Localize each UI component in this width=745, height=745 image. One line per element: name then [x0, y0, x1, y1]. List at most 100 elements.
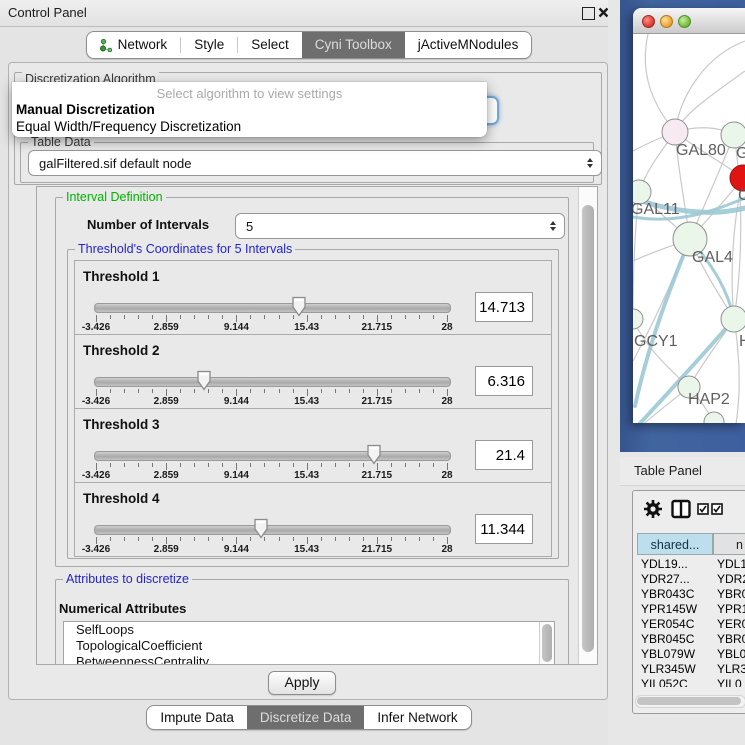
slider-tick	[96, 537, 97, 544]
tab-style[interactable]: Style	[181, 32, 237, 58]
table-row[interactable]: YPR145W YPR1	[637, 602, 745, 617]
bottom-tab-impute-data[interactable]: Impute Data	[147, 706, 247, 729]
bottom-tab-discretize-data[interactable]: Discretize Data	[247, 706, 365, 729]
table-horizontal-scrollbar[interactable]	[635, 695, 745, 708]
cell-name[interactable]: YBR0	[717, 587, 745, 601]
close-traffic-light[interactable]	[642, 15, 655, 28]
panel-scrollbar-thumb[interactable]	[582, 205, 594, 652]
slider-tick	[349, 537, 350, 541]
threshold-value-input[interactable]: 11.344	[475, 514, 533, 544]
table-row[interactable]: YIL052C YIL0	[637, 677, 745, 687]
table-row[interactable]: YDR27... YDR2	[637, 572, 745, 587]
network-node[interactable]	[633, 309, 643, 329]
slider-tick	[279, 389, 280, 393]
cell-name[interactable]: YLR3	[717, 662, 745, 676]
cell-name[interactable]: YBR0	[717, 632, 745, 646]
cell-name[interactable]: YDR2	[717, 572, 745, 586]
network-canvas[interactable]: GAL80GACGAL11GAL4GCY1HHAP2	[633, 34, 745, 423]
slider-track[interactable]	[94, 303, 451, 313]
bottom-tab-infer-network[interactable]: Infer Network	[364, 706, 470, 729]
slider-track[interactable]	[94, 451, 451, 461]
table-row[interactable]: YER054C YER0	[637, 617, 745, 632]
table-row[interactable]: YBL079W YBL0	[637, 647, 745, 662]
slider-tick	[138, 537, 139, 541]
table-row[interactable]: YBR043C YBR0	[637, 587, 745, 602]
number-of-intervals-combobox[interactable]: 5	[235, 213, 565, 239]
slider-tick	[152, 463, 153, 467]
tab-select[interactable]: Select	[238, 32, 302, 58]
cell-shared-name[interactable]: YBR043C	[641, 587, 713, 601]
slider-thumb[interactable]	[366, 444, 382, 470]
cell-shared-name[interactable]: YIL052C	[641, 677, 713, 687]
minimize-traffic-light[interactable]	[660, 15, 673, 28]
slider-track[interactable]	[94, 377, 451, 387]
slider-tick	[405, 389, 406, 393]
slider-thumb[interactable]	[196, 370, 212, 396]
threshold-label: Threshold 2	[83, 343, 160, 358]
slider-tick	[110, 537, 111, 541]
cell-shared-name[interactable]: YDL19...	[641, 557, 713, 571]
zoom-traffic-light[interactable]	[678, 15, 691, 28]
slider-tick-label: 9.144	[213, 544, 259, 555]
attribute-list-item[interactable]: SelfLoops	[64, 622, 554, 638]
split-columns-icon[interactable]	[671, 499, 691, 519]
checkbox-icon[interactable]	[711, 503, 723, 515]
network-edge[interactable]	[645, 34, 675, 132]
cell-shared-name[interactable]: YPR145W	[641, 602, 713, 616]
cell-name[interactable]: YBL0	[717, 647, 745, 661]
tab-cyni-toolbox[interactable]: Cyni Toolbox	[302, 32, 405, 58]
network-node[interactable]	[721, 306, 745, 332]
cell-shared-name[interactable]: YDR27...	[641, 572, 713, 586]
column-header-name[interactable]: n	[713, 533, 745, 555]
column-header-shared[interactable]: shared...	[637, 533, 713, 555]
gear-icon[interactable]	[643, 499, 663, 519]
cell-name[interactable]: YDL1	[717, 557, 745, 571]
table-row[interactable]: YBR045C YBR0	[637, 632, 745, 647]
tab-label: Discretize Data	[260, 705, 352, 730]
slider-tick	[250, 537, 251, 541]
slider-tick	[391, 315, 392, 319]
slider-tick	[279, 537, 280, 541]
slider-thumb[interactable]	[253, 518, 269, 544]
network-node[interactable]	[704, 412, 724, 423]
list-scrollbar[interactable]	[539, 622, 554, 665]
panel-scrollbar[interactable]	[578, 187, 597, 664]
cell-name[interactable]: YIL0	[717, 677, 745, 687]
popup-option-equal-width[interactable]: Equal Width/Frequency Discretization	[16, 119, 241, 134]
cell-shared-name[interactable]: YLR345W	[641, 662, 713, 676]
threshold-value-input[interactable]: 21.4	[475, 440, 533, 470]
slider-track[interactable]	[94, 525, 451, 535]
table-scrollbar-thumb[interactable]	[637, 697, 741, 705]
thresholds-title: Threshold's Coordinates for 5 Intervals	[75, 242, 295, 256]
cell-shared-name[interactable]: YER054C	[641, 617, 713, 631]
checkbox-icon[interactable]	[697, 503, 709, 515]
threshold-value-input[interactable]: 6.316	[475, 366, 533, 396]
slider-tick-label: -3.426	[73, 396, 119, 407]
threshold-value-input[interactable]: 14.713	[475, 292, 533, 322]
network-window-titlebar[interactable]	[633, 8, 745, 34]
apply-button[interactable]: Apply	[268, 671, 336, 695]
table-data-combobox[interactable]: galFiltered.sif default node	[28, 150, 602, 176]
number-of-intervals-label: Number of Intervals	[87, 217, 209, 232]
cell-shared-name[interactable]: YBL079W	[641, 647, 713, 661]
slider-tick	[293, 537, 294, 541]
slider-tick-label: -3.426	[73, 544, 119, 555]
tab-jactivemnodules[interactable]: jActiveMNodules	[405, 32, 532, 58]
attribute-list-item[interactable]: TopologicalCoefficient	[64, 638, 554, 654]
float-window-icon[interactable]	[582, 7, 595, 20]
slider-thumb[interactable]	[291, 296, 307, 322]
tab-network[interactable]: Network	[87, 32, 181, 58]
cell-name[interactable]: YPR1	[717, 602, 745, 616]
list-scrollbar-thumb[interactable]	[542, 624, 552, 662]
table-row[interactable]: YLR345W YLR3	[637, 662, 745, 677]
table-row[interactable]: YDL19... YDL1	[637, 557, 745, 572]
slider-tick-label: 2.859	[143, 396, 189, 407]
numerical-attributes-list[interactable]: SelfLoopsTopologicalCoefficientBetweenne…	[63, 621, 555, 665]
cell-shared-name[interactable]: YBR045C	[641, 632, 713, 646]
attribute-list-item[interactable]: BetweennessCentrality	[64, 654, 554, 665]
popup-option-manual-discretization[interactable]: Manual Discretization	[16, 102, 155, 117]
network-node-label: GAL80	[676, 142, 726, 159]
cell-name[interactable]: YER0	[717, 617, 745, 631]
slider-tick-label: 21.715	[354, 322, 400, 333]
table-panel-title: Table Panel	[634, 463, 702, 478]
